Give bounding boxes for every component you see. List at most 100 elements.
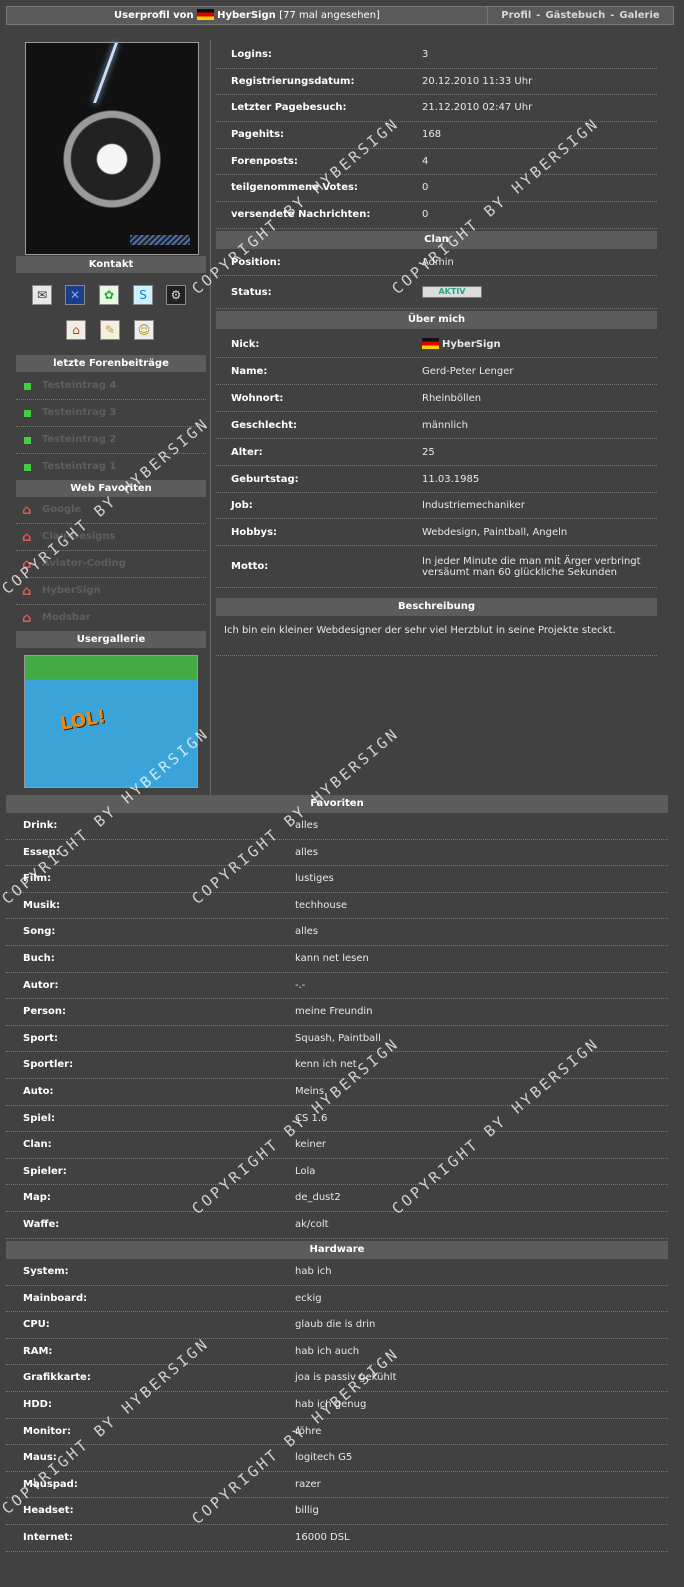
favorite-label: Buch: xyxy=(23,952,55,964)
favorite-label: Spieler: xyxy=(23,1165,67,1177)
about-row: Wohnort: Rheinböllen xyxy=(216,385,657,412)
stats-panel: Logins: 3 Registrierungsdatum: 20.12.2010 … xyxy=(216,42,657,229)
hardware-row: CPU: glaub die is drin xyxy=(6,1312,668,1339)
profile-nav: Profil - Gästebuch - Galerie xyxy=(487,7,673,24)
home-icon: ⌂ xyxy=(22,611,32,626)
post-link[interactable]: Testeintrag 1 xyxy=(42,461,116,472)
homepage-icon[interactable]: ⌂ xyxy=(66,320,86,340)
stat-row: Forenposts: 4 xyxy=(216,149,657,176)
recent-post-item[interactable]: Testeintrag 4 xyxy=(16,373,206,400)
favorite-link[interactable]: Aviator-Coding xyxy=(42,558,126,569)
stat-label: Forenposts: xyxy=(231,155,298,167)
hardware-value: razer xyxy=(295,1478,321,1490)
home-icon: ⌂ xyxy=(22,503,32,518)
stat-value: 0 xyxy=(422,182,429,194)
favorite-value: alles xyxy=(295,820,319,831)
favorite-row: Essen: alles xyxy=(6,840,668,867)
contact-header: Kontakt xyxy=(16,256,206,273)
icq-icon[interactable]: ✿ xyxy=(99,285,119,305)
favorite-row: Song: alles xyxy=(6,919,668,946)
post-link[interactable]: Testeintrag 4 xyxy=(42,380,116,391)
favorite-link[interactable]: Modsbar xyxy=(42,612,91,623)
hardware-value: röhre xyxy=(295,1425,322,1437)
favorite-value: alles xyxy=(295,926,319,938)
favorite-label: Spiel: xyxy=(23,1112,55,1124)
favorite-link[interactable]: Google xyxy=(42,504,81,515)
recent-posts-header: letzte Forenbeiträge xyxy=(16,355,206,372)
stat-row: versendete Nachrichten: 0 xyxy=(216,202,657,229)
xfire-icon[interactable]: ✕ xyxy=(65,285,85,305)
steam-icon[interactable]: ⚙ xyxy=(166,285,186,305)
favorite-value: techhouse xyxy=(295,899,348,911)
favorite-label: Drink: xyxy=(23,820,58,831)
view-count: [77 mal angesehen] xyxy=(279,10,380,21)
clan-panel: Position: Admin Status: AKTIV xyxy=(216,249,657,309)
mail-icon[interactable]: ✉ xyxy=(32,285,52,305)
favorite-link[interactable]: HyberSign xyxy=(42,585,101,596)
hardware-value: 16000 DSL xyxy=(295,1531,350,1543)
recent-post-item[interactable]: Testeintrag 1 xyxy=(16,454,206,481)
add-friend-icon[interactable]: ☺ xyxy=(134,320,154,340)
nav-profil[interactable]: Profil xyxy=(501,10,531,21)
home-icon: ⌂ xyxy=(22,530,32,545)
about-row: Geburtstag: 11.03.1985 xyxy=(216,466,657,493)
web-favorite-item[interactable]: ⌂ Aviator-Coding xyxy=(16,551,206,578)
favorite-row: Spiel: CS 1.6 xyxy=(6,1106,668,1133)
favorite-label: Auto: xyxy=(23,1085,54,1097)
about-row: Nick: HyberSign xyxy=(216,331,657,358)
gallery-header: Usergallerie xyxy=(16,631,206,648)
avatar-bar-decoration xyxy=(130,235,190,245)
stat-row: teilgenommene Votes: 0 xyxy=(216,175,657,203)
recent-post-item[interactable]: Testeintrag 2 xyxy=(16,427,206,454)
title-prefix: Userprofil von xyxy=(114,10,194,21)
about-value: Rheinböllen xyxy=(422,393,482,404)
hardware-value: hab ich xyxy=(295,1266,332,1277)
stat-label: teilgenommene Votes: xyxy=(231,182,358,194)
post-link[interactable]: Testeintrag 2 xyxy=(42,434,116,445)
favorite-row: Sportler: kenn ich net xyxy=(6,1052,668,1079)
nav-gaestebuch[interactable]: Gästebuch xyxy=(545,10,605,21)
about-value: männlich xyxy=(422,420,468,431)
web-favorite-item[interactable]: ⌂ Google xyxy=(16,497,206,524)
favorite-row: Person: meine Freundin xyxy=(6,999,668,1026)
stat-label: Letzter Pagebesuch: xyxy=(231,102,347,114)
recent-post-item[interactable]: Testeintrag 3 xyxy=(16,400,206,427)
about-row: Hobbys: Webdesign, Paintball, Angeln xyxy=(216,519,657,546)
favorite-row: Auto: Meins xyxy=(6,1079,668,1106)
guestbook-icon[interactable]: ✎ xyxy=(100,320,120,340)
favorite-label: Musik: xyxy=(23,899,61,911)
about-label: Geburtstag: xyxy=(231,474,299,485)
hardware-panel: System: hab ich Mainboard: eckig CPU: glaub… xyxy=(6,1259,668,1552)
germany-flag-icon xyxy=(197,9,215,20)
about-label: Hobbys: xyxy=(231,527,278,538)
favorite-row: Drink: alles xyxy=(6,813,668,840)
clan-position-row: Position: Admin xyxy=(216,249,657,276)
stat-value: 0 xyxy=(422,209,429,221)
favorite-label: Sport: xyxy=(23,1032,58,1044)
post-link[interactable]: Testeintrag 3 xyxy=(42,407,116,418)
recent-posts-list: Testeintrag 4 Testeintrag 3 Testeintrag … xyxy=(16,373,206,481)
stat-row: Logins: 3 xyxy=(216,42,657,69)
about-row: Geschlecht: männlich xyxy=(216,412,657,439)
nav-galerie[interactable]: Galerie xyxy=(619,10,659,21)
skype-icon[interactable]: S xyxy=(133,285,153,305)
hardware-label: RAM: xyxy=(23,1345,53,1357)
about-value: Industriemechaniker xyxy=(422,500,525,511)
web-favorite-item[interactable]: ⌂ HyberSign xyxy=(16,578,206,605)
about-label: Name: xyxy=(231,366,268,377)
hardware-value: hab ich genug xyxy=(295,1398,367,1410)
web-favorite-item[interactable]: ⌂ Clan-Designs xyxy=(16,524,206,551)
favorite-row: Map: de_dust2 xyxy=(6,1185,668,1212)
web-favorite-item[interactable]: ⌂ Modsbar xyxy=(16,605,206,632)
about-label: Wohnort: xyxy=(231,393,284,404)
favorite-row: Buch: kann net lesen xyxy=(6,946,668,973)
clan-status-row: Status: AKTIV xyxy=(216,276,657,309)
about-nick-value[interactable]: HyberSign xyxy=(442,339,501,350)
title-username[interactable]: HyberSign xyxy=(217,10,276,21)
favorite-link[interactable]: Clan-Designs xyxy=(42,531,115,542)
gallery-caption: LOL! xyxy=(58,706,108,735)
about-motto-value: In jeder Minute die man mit Ärger verbri… xyxy=(422,555,641,578)
gallery-image[interactable]: LOL! xyxy=(24,655,198,788)
hardware-row: Mainboard: eckig xyxy=(6,1286,668,1313)
favorite-value: Squash, Paintball xyxy=(295,1032,381,1044)
